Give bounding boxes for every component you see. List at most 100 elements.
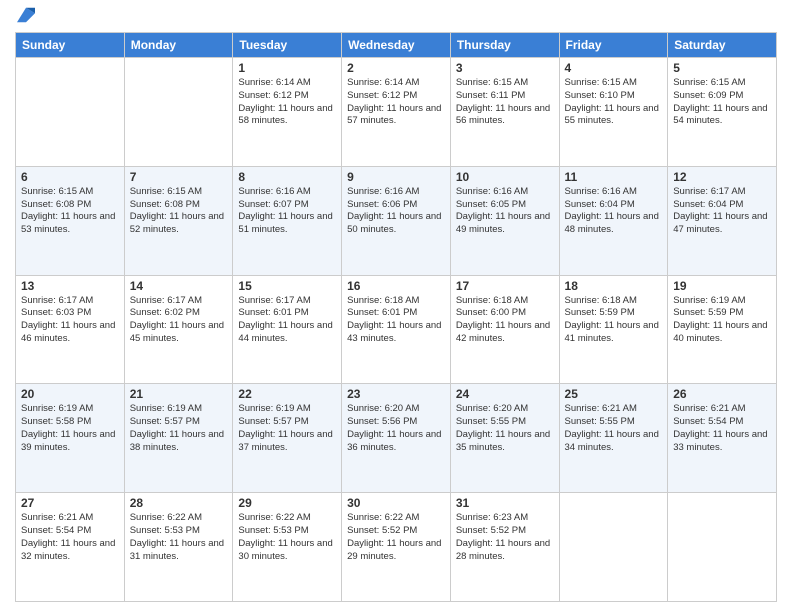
- calendar-cell: 22 Sunrise: 6:19 AMSunset: 5:57 PMDayligh…: [233, 384, 342, 493]
- header: [15, 10, 777, 24]
- day-number: 5: [673, 61, 771, 75]
- day-info: Sunrise: 6:15 AMSunset: 6:11 PMDaylight:…: [456, 77, 554, 128]
- calendar-cell: 23 Sunrise: 6:20 AMSunset: 5:56 PMDayligh…: [342, 384, 451, 493]
- day-number: 1: [238, 61, 336, 75]
- day-number: 29: [238, 496, 336, 510]
- day-number: 6: [21, 170, 119, 184]
- day-number: 11: [565, 170, 663, 184]
- day-info: Sunrise: 6:17 AMSunset: 6:04 PMDaylight:…: [673, 186, 771, 237]
- calendar-cell: 18Sunrise: 6:18 AMSunset: 5:59 PMDayligh…: [559, 275, 668, 384]
- day-header-thursday: Thursday: [450, 33, 559, 58]
- calendar-cell: 21Sunrise: 6:19 AMSunset: 5:57 PMDayligh…: [124, 384, 233, 493]
- calendar-cell: 20 Sunrise: 6:19 AMSunset: 5:58 PMDayligh…: [16, 384, 125, 493]
- day-info: Sunrise: 6:14 AMSunset: 6:12 PMDaylight:…: [238, 77, 336, 128]
- calendar-cell: 25Sunrise: 6:21 AMSunset: 5:55 PMDayligh…: [559, 384, 668, 493]
- calendar-cell: 28 Sunrise: 6:22 AMSunset: 5:53 PMDayligh…: [124, 493, 233, 602]
- day-info: Sunrise: 6:18 AMSunset: 6:01 PMDaylight:…: [347, 295, 445, 346]
- day-info: Sunrise: 6:19 AMSunset: 5:57 PMDaylight:…: [130, 403, 228, 454]
- calendar-week-2: 6 Sunrise: 6:15 AMSunset: 6:08 PMDaylight…: [16, 166, 777, 275]
- day-info: Sunrise: 6:20 AMSunset: 5:55 PMDaylight:…: [456, 403, 554, 454]
- day-info: Sunrise: 6:16 AMSunset: 6:05 PMDaylight:…: [456, 186, 554, 237]
- calendar-cell: 16 Sunrise: 6:18 AMSunset: 6:01 PMDayligh…: [342, 275, 451, 384]
- day-info: Sunrise: 6:17 AMSunset: 6:01 PMDaylight:…: [238, 295, 336, 346]
- day-info: Sunrise: 6:15 AMSunset: 6:08 PMDaylight:…: [130, 186, 228, 237]
- day-info: Sunrise: 6:15 AMSunset: 6:09 PMDaylight:…: [673, 77, 771, 128]
- calendar-cell: 9 Sunrise: 6:16 AMSunset: 6:06 PMDaylight…: [342, 166, 451, 275]
- calendar-cell: 7 Sunrise: 6:15 AMSunset: 6:08 PMDaylight…: [124, 166, 233, 275]
- day-info: Sunrise: 6:18 AMSunset: 6:00 PMDaylight:…: [456, 295, 554, 346]
- day-info: Sunrise: 6:19 AMSunset: 5:59 PMDaylight:…: [673, 295, 771, 346]
- calendar-cell: 30Sunrise: 6:22 AMSunset: 5:52 PMDayligh…: [342, 493, 451, 602]
- calendar-week-3: 13 Sunrise: 6:17 AMSunset: 6:03 PMDayligh…: [16, 275, 777, 384]
- calendar-cell: 1 Sunrise: 6:14 AMSunset: 6:12 PMDaylight…: [233, 58, 342, 167]
- day-header-monday: Monday: [124, 33, 233, 58]
- day-info: Sunrise: 6:21 AMSunset: 5:55 PMDaylight:…: [565, 403, 663, 454]
- day-info: Sunrise: 6:15 AMSunset: 6:10 PMDaylight:…: [565, 77, 663, 128]
- day-info: Sunrise: 6:17 AMSunset: 6:02 PMDaylight:…: [130, 295, 228, 346]
- calendar-cell: 29 Sunrise: 6:22 AMSunset: 5:53 PMDayligh…: [233, 493, 342, 602]
- day-number: 13: [21, 279, 119, 293]
- calendar-cell: [16, 58, 125, 167]
- calendar-cell: 4 Sunrise: 6:15 AMSunset: 6:10 PMDaylight…: [559, 58, 668, 167]
- day-info: Sunrise: 6:23 AMSunset: 5:52 PMDaylight:…: [456, 512, 554, 563]
- day-number: 28: [130, 496, 228, 510]
- logo: [15, 14, 35, 24]
- day-number: 19: [673, 279, 771, 293]
- calendar-cell: 3 Sunrise: 6:15 AMSunset: 6:11 PMDaylight…: [450, 58, 559, 167]
- day-info: Sunrise: 6:21 AMSunset: 5:54 PMDaylight:…: [21, 512, 119, 563]
- day-number: 18: [565, 279, 663, 293]
- day-info: Sunrise: 6:17 AMSunset: 6:03 PMDaylight:…: [21, 295, 119, 346]
- day-info: Sunrise: 6:22 AMSunset: 5:53 PMDaylight:…: [130, 512, 228, 563]
- calendar-cell: 6 Sunrise: 6:15 AMSunset: 6:08 PMDaylight…: [16, 166, 125, 275]
- day-info: Sunrise: 6:15 AMSunset: 6:08 PMDaylight:…: [21, 186, 119, 237]
- calendar-week-1: 1 Sunrise: 6:14 AMSunset: 6:12 PMDaylight…: [16, 58, 777, 167]
- day-info: Sunrise: 6:19 AMSunset: 5:57 PMDaylight:…: [238, 403, 336, 454]
- calendar: SundayMondayTuesdayWednesdayThursdayFrid…: [15, 32, 777, 602]
- calendar-cell: 8 Sunrise: 6:16 AMSunset: 6:07 PMDaylight…: [233, 166, 342, 275]
- day-header-wednesday: Wednesday: [342, 33, 451, 58]
- day-number: 8: [238, 170, 336, 184]
- day-header-sunday: Sunday: [16, 33, 125, 58]
- day-info: Sunrise: 6:14 AMSunset: 6:12 PMDaylight:…: [347, 77, 445, 128]
- calendar-cell: 19 Sunrise: 6:19 AMSunset: 5:59 PMDayligh…: [668, 275, 777, 384]
- page: SundayMondayTuesdayWednesdayThursdayFrid…: [0, 0, 792, 612]
- logo-icon: [17, 6, 35, 24]
- day-number: 31: [456, 496, 554, 510]
- calendar-cell: 11 Sunrise: 6:16 AMSunset: 6:04 PMDayligh…: [559, 166, 668, 275]
- day-info: Sunrise: 6:20 AMSunset: 5:56 PMDaylight:…: [347, 403, 445, 454]
- calendar-cell: 26 Sunrise: 6:21 AMSunset: 5:54 PMDayligh…: [668, 384, 777, 493]
- calendar-cell: 17 Sunrise: 6:18 AMSunset: 6:00 PMDayligh…: [450, 275, 559, 384]
- day-number: 26: [673, 387, 771, 401]
- day-info: Sunrise: 6:19 AMSunset: 5:58 PMDaylight:…: [21, 403, 119, 454]
- calendar-header-row: SundayMondayTuesdayWednesdayThursdayFrid…: [16, 33, 777, 58]
- calendar-cell: [559, 493, 668, 602]
- calendar-cell: [124, 58, 233, 167]
- calendar-cell: 15Sunrise: 6:17 AMSunset: 6:01 PMDayligh…: [233, 275, 342, 384]
- calendar-cell: 31 Sunrise: 6:23 AMSunset: 5:52 PMDayligh…: [450, 493, 559, 602]
- day-number: 30: [347, 496, 445, 510]
- calendar-week-5: 27Sunrise: 6:21 AMSunset: 5:54 PMDayligh…: [16, 493, 777, 602]
- day-info: Sunrise: 6:16 AMSunset: 6:04 PMDaylight:…: [565, 186, 663, 237]
- day-info: Sunrise: 6:22 AMSunset: 5:53 PMDaylight:…: [238, 512, 336, 563]
- day-number: 2: [347, 61, 445, 75]
- day-number: 9: [347, 170, 445, 184]
- day-info: Sunrise: 6:16 AMSunset: 6:07 PMDaylight:…: [238, 186, 336, 237]
- day-header-friday: Friday: [559, 33, 668, 58]
- day-number: 20: [21, 387, 119, 401]
- day-number: 7: [130, 170, 228, 184]
- day-info: Sunrise: 6:21 AMSunset: 5:54 PMDaylight:…: [673, 403, 771, 454]
- calendar-cell: 13 Sunrise: 6:17 AMSunset: 6:03 PMDayligh…: [16, 275, 125, 384]
- day-number: 22: [238, 387, 336, 401]
- calendar-cell: 14Sunrise: 6:17 AMSunset: 6:02 PMDayligh…: [124, 275, 233, 384]
- day-number: 4: [565, 61, 663, 75]
- calendar-cell: 10 Sunrise: 6:16 AMSunset: 6:05 PMDayligh…: [450, 166, 559, 275]
- day-number: 3: [456, 61, 554, 75]
- calendar-cell: 27Sunrise: 6:21 AMSunset: 5:54 PMDayligh…: [16, 493, 125, 602]
- day-number: 16: [347, 279, 445, 293]
- day-number: 17: [456, 279, 554, 293]
- day-info: Sunrise: 6:16 AMSunset: 6:06 PMDaylight:…: [347, 186, 445, 237]
- day-number: 23: [347, 387, 445, 401]
- calendar-week-4: 20 Sunrise: 6:19 AMSunset: 5:58 PMDayligh…: [16, 384, 777, 493]
- calendar-cell: 24Sunrise: 6:20 AMSunset: 5:55 PMDayligh…: [450, 384, 559, 493]
- day-number: 10: [456, 170, 554, 184]
